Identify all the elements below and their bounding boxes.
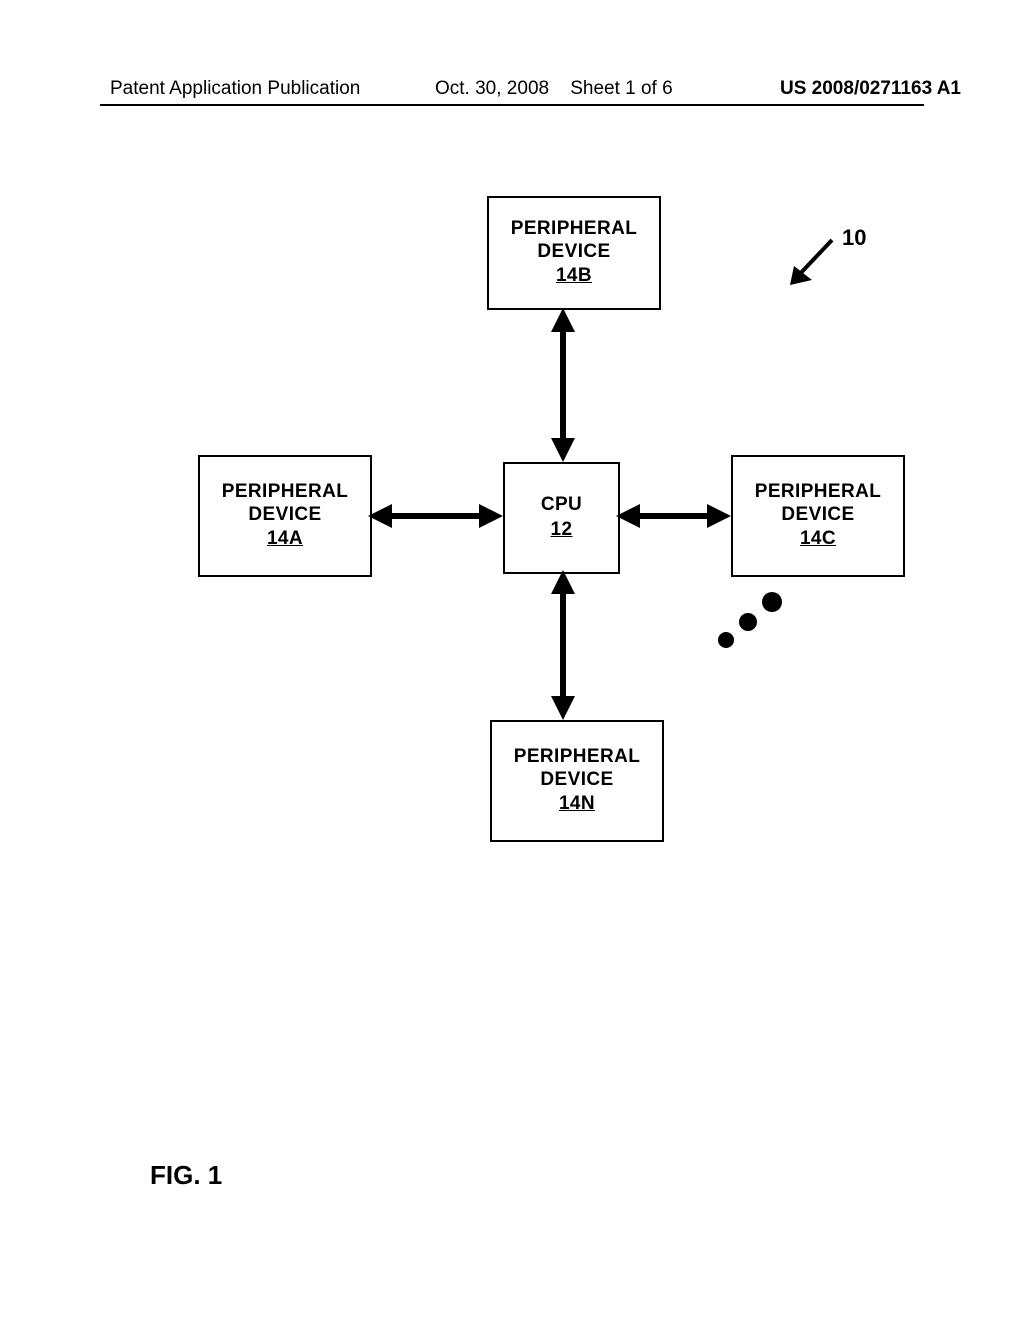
header-rule (100, 104, 924, 106)
peripheral-14n-line1: PERIPHERAL (514, 746, 640, 769)
page: Patent Application Publication Oct. 30, … (0, 0, 1024, 1320)
arrow-cpu-14c (616, 504, 731, 528)
figure-label: FIG. 1 (150, 1160, 222, 1191)
peripheral-14n-ref: 14N (559, 793, 595, 816)
header-date: Oct. 30, 2008 (435, 78, 549, 99)
arrow-cpu-14b (551, 308, 575, 462)
peripheral-14a-ref: 14A (267, 528, 303, 551)
header-center: Oct. 30, 2008 Sheet 1 of 6 (435, 78, 673, 100)
peripheral-14b-line1: PERIPHERAL (511, 218, 637, 241)
ellipsis-dots (718, 592, 782, 648)
peripheral-14a-line1: PERIPHERAL (222, 481, 348, 504)
system-ref-label: 10 (842, 225, 866, 251)
cpu-ref: 12 (551, 519, 573, 542)
cpu-title: CPU (541, 494, 582, 517)
header-right: US 2008/0271163 A1 (780, 78, 961, 100)
peripheral-14a-box: PERIPHERAL DEVICE 14A (198, 455, 372, 577)
peripheral-14b-line2: DEVICE (537, 241, 610, 264)
peripheral-14c-line1: PERIPHERAL (755, 481, 881, 504)
header-left: Patent Application Publication (110, 78, 360, 100)
system-ref-arrow (790, 240, 832, 285)
peripheral-14c-box: PERIPHERAL DEVICE 14C (731, 455, 905, 577)
peripheral-14c-line2: DEVICE (781, 504, 854, 527)
peripheral-14n-box: PERIPHERAL DEVICE 14N (490, 720, 664, 842)
peripheral-14a-line2: DEVICE (248, 504, 321, 527)
cpu-box: CPU 12 (503, 462, 620, 574)
header-sheet: Sheet 1 of 6 (570, 78, 672, 99)
peripheral-14b-ref: 14B (556, 265, 592, 288)
arrow-cpu-14a (368, 504, 503, 528)
arrow-cpu-14n (551, 570, 575, 720)
peripheral-14n-line2: DEVICE (540, 769, 613, 792)
peripheral-14c-ref: 14C (800, 528, 836, 551)
peripheral-14b-box: PERIPHERAL DEVICE 14B (487, 196, 661, 310)
